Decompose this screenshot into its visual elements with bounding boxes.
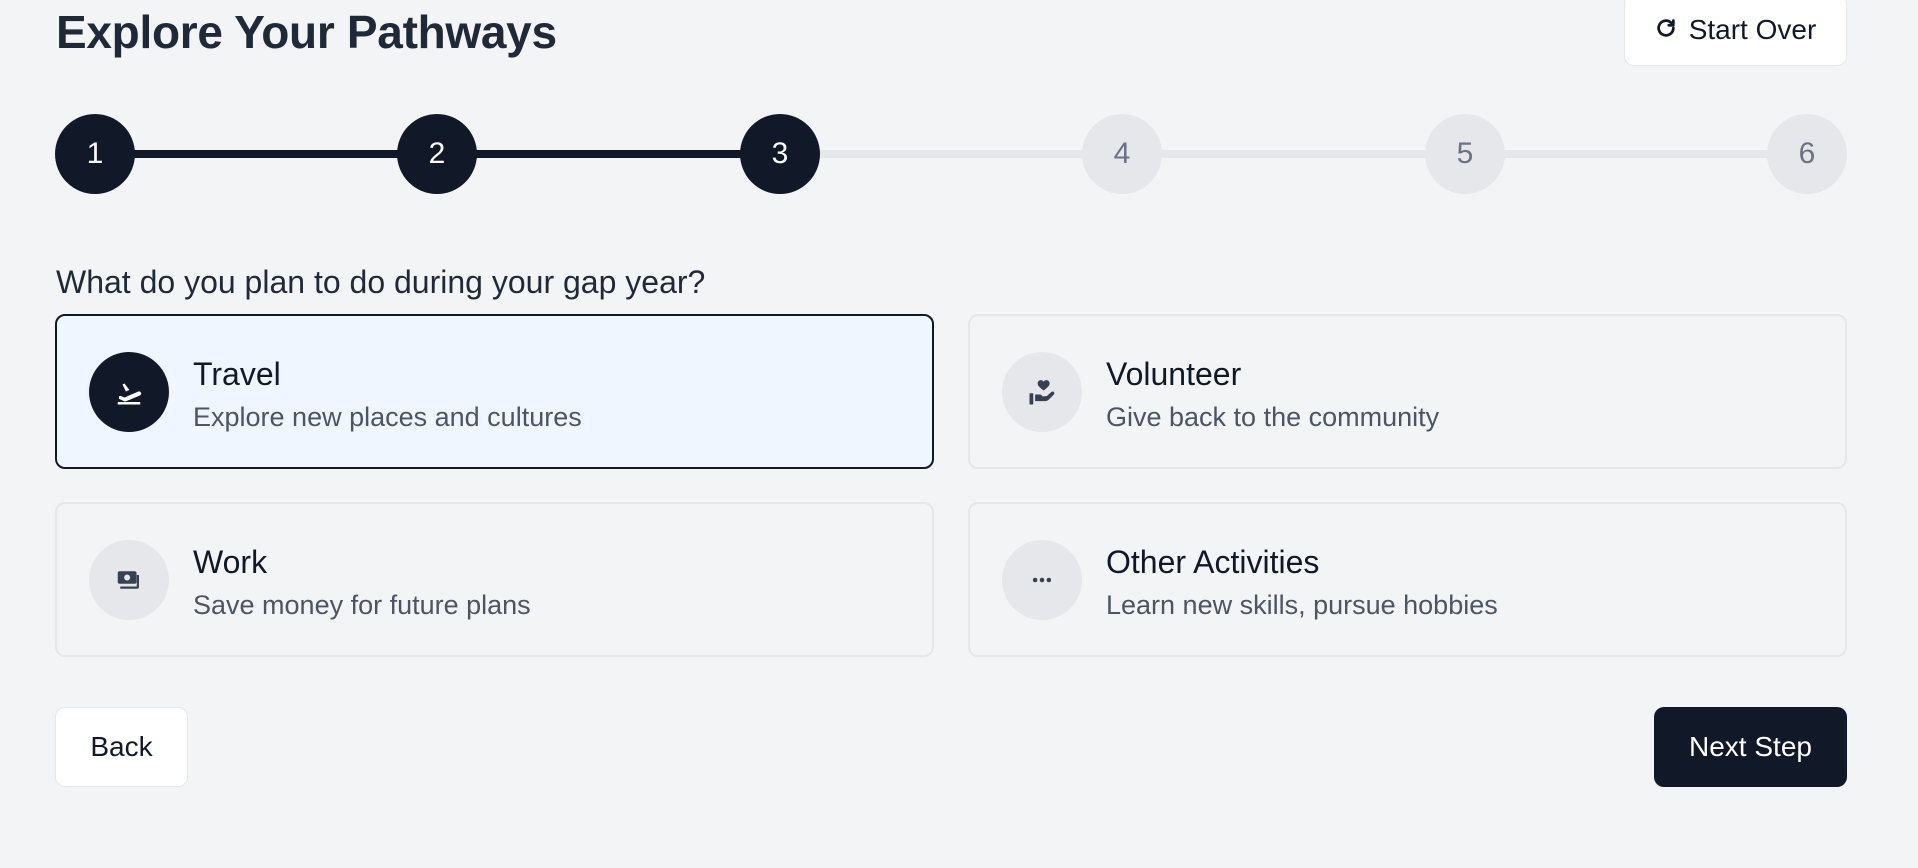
option-other-activities[interactable]: Other Activities Learn new skills, pursu… bbox=[968, 502, 1847, 657]
option-title: Travel bbox=[193, 356, 281, 392]
ellipsis-icon bbox=[1002, 540, 1082, 620]
money-bills-icon bbox=[89, 540, 169, 620]
refresh-icon bbox=[1655, 14, 1677, 46]
step-5[interactable]: 5 bbox=[1425, 114, 1505, 194]
step-6[interactable]: 6 bbox=[1767, 114, 1847, 194]
hand-holding-heart-icon bbox=[1002, 352, 1082, 432]
start-over-button[interactable]: Start Over bbox=[1624, 0, 1847, 66]
next-step-button[interactable]: Next Step bbox=[1654, 707, 1847, 787]
step-2[interactable]: 2 bbox=[397, 114, 477, 194]
step-1[interactable]: 1 bbox=[55, 114, 135, 194]
option-work[interactable]: Work Save money for future plans bbox=[55, 502, 934, 657]
page: Explore Your Pathways Start Over 1 2 3 4… bbox=[0, 0, 1918, 868]
option-description: Give back to the community bbox=[1106, 402, 1440, 432]
option-description: Explore new places and cultures bbox=[193, 402, 582, 432]
option-description: Learn new skills, pursue hobbies bbox=[1106, 590, 1498, 620]
plane-departure-icon bbox=[89, 352, 169, 432]
option-volunteer[interactable]: Volunteer Give back to the community bbox=[968, 314, 1847, 469]
step-3[interactable]: 3 bbox=[740, 114, 820, 194]
start-over-label: Start Over bbox=[1688, 14, 1817, 45]
option-travel[interactable]: Travel Explore new places and cultures bbox=[55, 314, 934, 469]
progress-stepper: 1 2 3 4 5 6 bbox=[55, 114, 1847, 194]
option-title: Other Activities bbox=[1106, 544, 1320, 580]
question-label: What do you plan to do during your gap y… bbox=[56, 264, 706, 300]
option-title: Work bbox=[193, 544, 268, 580]
page-title: Explore Your Pathways bbox=[56, 6, 557, 58]
step-4[interactable]: 4 bbox=[1082, 114, 1162, 194]
option-description: Save money for future plans bbox=[193, 590, 531, 620]
option-title: Volunteer bbox=[1106, 356, 1242, 392]
back-button[interactable]: Back bbox=[55, 707, 188, 787]
